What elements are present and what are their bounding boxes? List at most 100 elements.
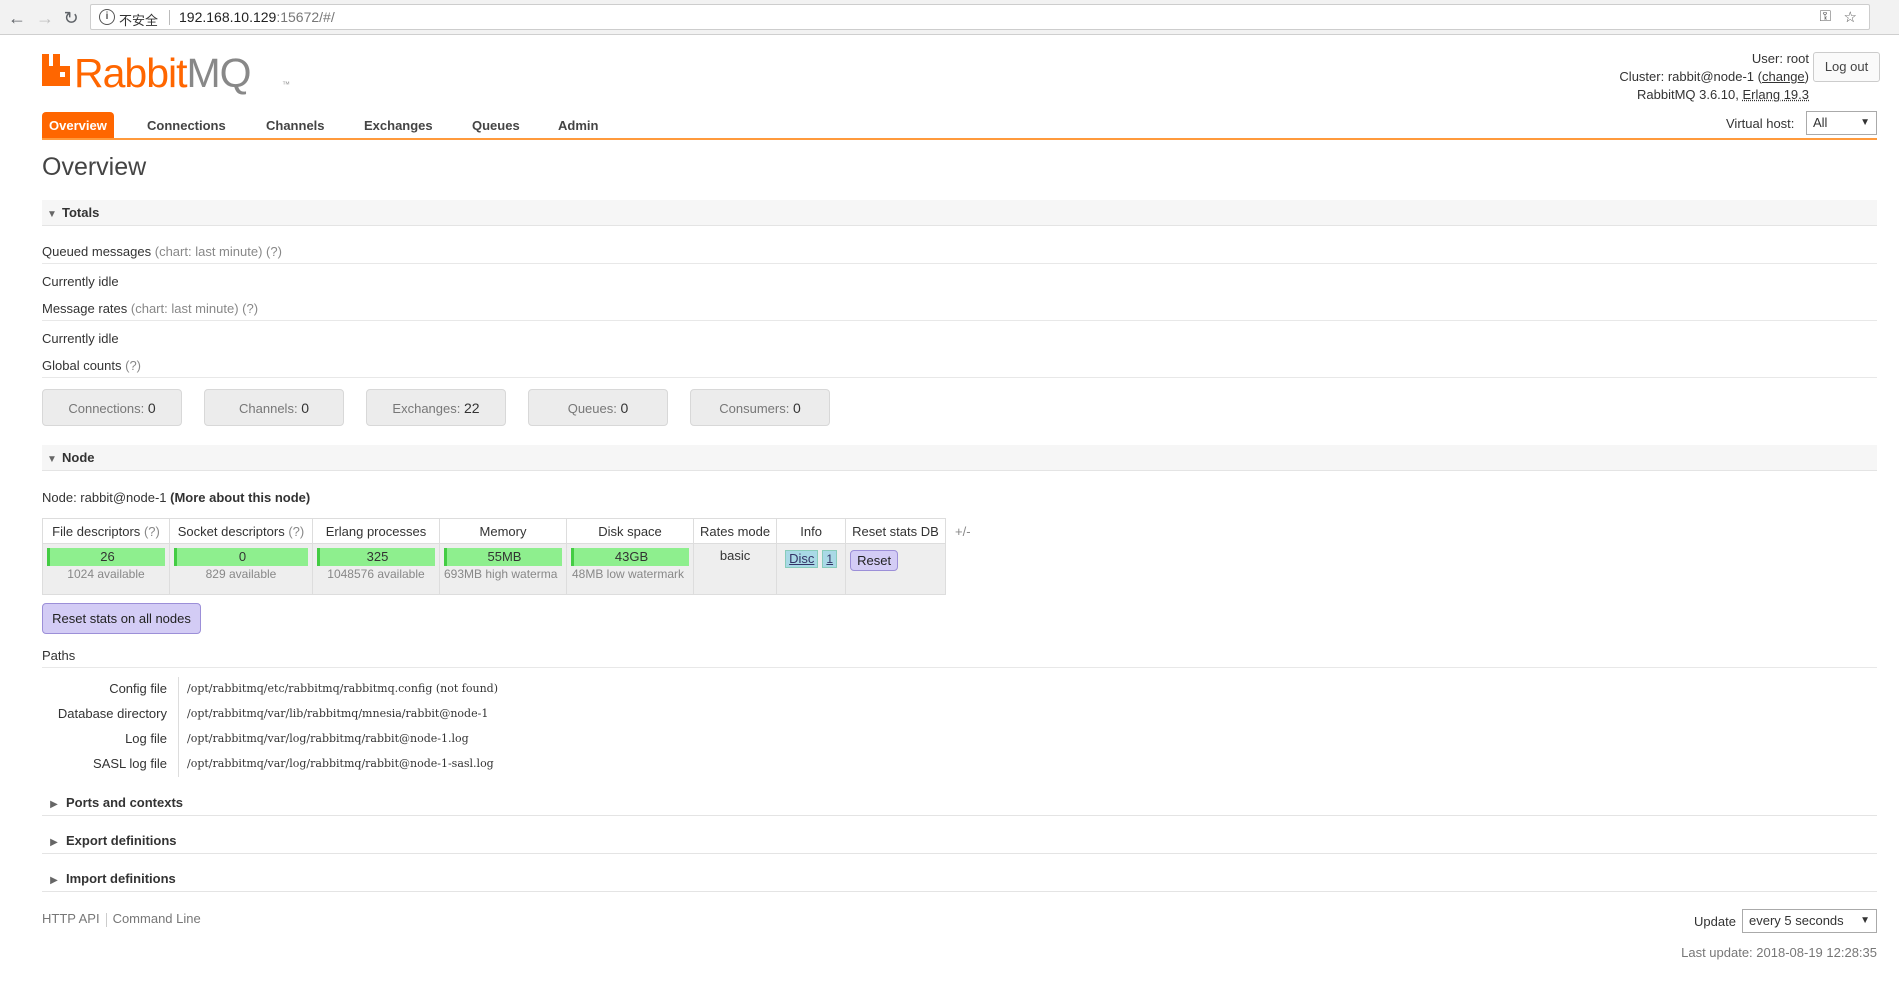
count-value: 22 bbox=[463, 400, 480, 416]
info-icon[interactable]: i bbox=[99, 9, 115, 25]
socket-descriptors-bar: 0 bbox=[174, 548, 308, 566]
file-descriptors-cell: 26 1024 available bbox=[42, 543, 170, 595]
rates-mode-cell: basic bbox=[692, 543, 778, 595]
memory-bar: 55MB bbox=[444, 548, 562, 566]
virtual-host-label: Virtual host: bbox=[1726, 116, 1795, 131]
update-label: Update bbox=[1694, 914, 1736, 929]
http-api-link[interactable]: HTTP API bbox=[42, 911, 100, 926]
logo-trademark: ™ bbox=[282, 80, 290, 89]
tab-connections[interactable]: Connections bbox=[147, 112, 226, 139]
message-rates-heading: Message rates (chart: last minute) (?) bbox=[42, 301, 1877, 321]
path-label: SASL log file bbox=[93, 756, 167, 771]
path-value: /opt/rabbitmq/var/log/rabbitmq/rabbit@no… bbox=[187, 757, 494, 770]
more-about-node-link[interactable]: (More about this node) bbox=[170, 490, 310, 505]
tab-channels[interactable]: Channels bbox=[266, 112, 325, 139]
rates-hint[interactable]: (chart: last minute) (?) bbox=[131, 301, 258, 316]
th-memory: Memory bbox=[439, 518, 567, 544]
key-icon[interactable]: ⚿ bbox=[1820, 8, 1831, 25]
path-divider bbox=[178, 752, 179, 777]
th-rates-mode: Rates mode bbox=[692, 518, 778, 544]
queued-hint[interactable]: (chart: last minute) (?) bbox=[155, 244, 282, 259]
logo-text-mq: MQ bbox=[186, 50, 252, 96]
triangle-right-icon: ▶ bbox=[50, 837, 58, 848]
chevron-down-icon: ▼ bbox=[1860, 117, 1870, 128]
exchanges-count[interactable]: Exchanges: 22 bbox=[366, 389, 506, 426]
erlang-version: Erlang 19.3 bbox=[1742, 87, 1810, 102]
virtual-host-select[interactable]: All ▼ bbox=[1806, 111, 1877, 135]
th-hint[interactable]: (?) bbox=[144, 524, 160, 539]
ports-contexts-section-header[interactable]: ▶ Ports and contexts bbox=[42, 790, 1877, 816]
user-value: root bbox=[1786, 51, 1809, 66]
logo-text-rabbit: Rabbit bbox=[74, 50, 188, 96]
import-definitions-section-header[interactable]: ▶ Import definitions bbox=[42, 866, 1877, 892]
channels-count[interactable]: Channels: 0 bbox=[204, 389, 344, 426]
global-label: Global counts bbox=[42, 358, 122, 373]
tab-admin[interactable]: Admin bbox=[558, 112, 598, 139]
path-divider bbox=[178, 702, 179, 727]
count-label: Exchanges: bbox=[392, 401, 461, 416]
count-label: Connections: bbox=[68, 401, 145, 416]
tab-queues[interactable]: Queues bbox=[472, 112, 520, 139]
socket-descriptors-cell: 0 829 available bbox=[169, 543, 313, 595]
th-info: Info bbox=[776, 518, 847, 544]
paths-heading: Paths bbox=[42, 648, 1877, 668]
tab-overview[interactable]: Overview bbox=[42, 112, 114, 139]
path-row-sasl-log: SASL log file /opt/rabbitmq/var/log/rabb… bbox=[42, 752, 642, 777]
tab-exchanges[interactable]: Exchanges bbox=[364, 112, 433, 139]
rabbitmq-logo-icon bbox=[42, 54, 70, 86]
reset-button[interactable]: Reset bbox=[850, 550, 899, 571]
reset-cell: Reset bbox=[845, 543, 946, 595]
path-value: /opt/rabbitmq/var/log/rabbitmq/rabbit@no… bbox=[187, 732, 469, 745]
consumers-count[interactable]: Consumers: 0 bbox=[690, 389, 830, 426]
path-divider bbox=[178, 727, 179, 752]
footer-links: HTTP API Command Line bbox=[42, 911, 201, 927]
global-counts-heading: Global counts (?) bbox=[42, 358, 1877, 378]
back-icon[interactable]: ← bbox=[6, 7, 28, 29]
last-update-text: Last update: 2018-08-19 12:28:35 bbox=[1681, 945, 1877, 960]
command-line-link[interactable]: Command Line bbox=[113, 911, 201, 926]
count-label: Channels: bbox=[239, 401, 298, 416]
th-reset-stats-db: Reset stats DB bbox=[845, 518, 946, 544]
address-bar[interactable]: i 不安全 192.168.10.129:15672/#/ ⚿ ☆ bbox=[90, 4, 1870, 30]
path-row-log: Log file /opt/rabbitmq/var/log/rabbitmq/… bbox=[42, 727, 642, 752]
reload-icon[interactable]: ↻ bbox=[60, 7, 82, 29]
user-label: User: bbox=[1751, 51, 1783, 66]
toggle-columns-link[interactable]: +/- bbox=[955, 524, 971, 539]
th-erlang-processes: Erlang processes bbox=[312, 518, 440, 544]
page-title: Overview bbox=[42, 153, 147, 181]
url-text[interactable]: 192.168.10.129:15672/#/ bbox=[179, 9, 335, 25]
queued-messages-heading: Queued messages (chart: last minute) (?) bbox=[42, 244, 1877, 264]
queued-status: Currently idle bbox=[42, 274, 119, 289]
socket-descriptors-available: 829 available bbox=[205, 567, 277, 581]
triangle-right-icon: ▶ bbox=[50, 799, 58, 810]
totals-section-header[interactable]: ▼ Totals bbox=[42, 200, 1877, 226]
chevron-down-icon: ▼ bbox=[1860, 915, 1870, 926]
triangle-down-icon: ▼ bbox=[47, 454, 57, 465]
th-hint[interactable]: (?) bbox=[288, 524, 304, 539]
queued-label: Queued messages bbox=[42, 244, 152, 259]
disk-space-bar: 43GB bbox=[571, 548, 689, 566]
star-icon[interactable]: ☆ bbox=[1844, 8, 1857, 26]
file-descriptors-available: 1024 available bbox=[67, 567, 145, 581]
forward-icon[interactable]: → bbox=[34, 7, 56, 29]
count-value: 0 bbox=[620, 400, 629, 416]
export-definitions-section-header[interactable]: ▶ Export definitions bbox=[42, 828, 1877, 854]
reset-stats-all-nodes-button[interactable]: Reset stats on all nodes bbox=[42, 603, 201, 634]
count-badge[interactable]: 1 bbox=[822, 550, 838, 568]
erlang-processes-available: 1048576 available bbox=[327, 567, 425, 581]
disc-badge[interactable]: Disc bbox=[785, 550, 819, 568]
node-stats-table: File descriptors (?) Socket descriptors … bbox=[42, 518, 946, 595]
count-value: 0 bbox=[301, 400, 309, 416]
change-cluster-link[interactable]: change bbox=[1762, 69, 1805, 84]
insecure-label: 不安全 bbox=[119, 13, 159, 28]
count-value: 0 bbox=[147, 400, 156, 416]
global-hint[interactable]: (?) bbox=[125, 358, 141, 373]
node-name: Node: rabbit@node-1 bbox=[42, 490, 167, 505]
logout-button[interactable]: Log out bbox=[1813, 52, 1880, 82]
queues-count[interactable]: Queues: 0 bbox=[528, 389, 668, 426]
path-divider bbox=[178, 677, 179, 702]
node-section-header[interactable]: ▼ Node bbox=[42, 445, 1877, 471]
connections-count[interactable]: Connections: 0 bbox=[42, 389, 182, 426]
cluster-value: rabbit@node-1 bbox=[1667, 69, 1755, 84]
update-interval-select[interactable]: every 5 seconds ▼ bbox=[1742, 909, 1877, 933]
